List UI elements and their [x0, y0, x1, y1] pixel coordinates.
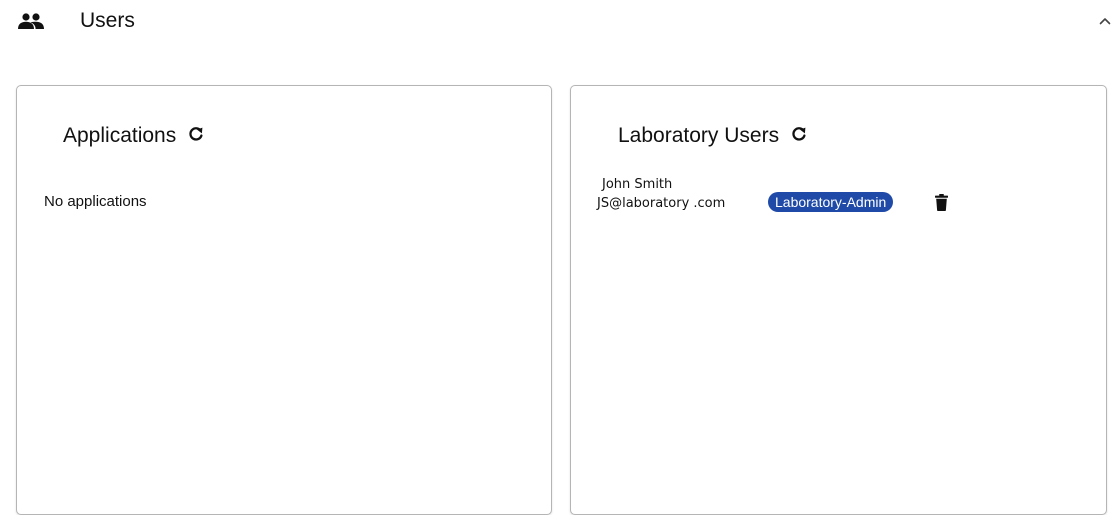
user-email: JS@laboratory .com — [597, 196, 726, 211]
no-applications-message: No applications — [44, 193, 147, 210]
user-list-item: John Smith JS@laboratory .com Laboratory… — [596, 176, 1076, 216]
trash-icon[interactable] — [935, 194, 948, 211]
applications-title: Applications — [63, 124, 177, 147]
refresh-icon[interactable] — [791, 126, 807, 142]
chevron-up-icon[interactable] — [1098, 14, 1112, 28]
applications-card-title-row: Applications — [63, 123, 204, 149]
laboratory-users-card: Laboratory Users John Smith JS@laborator… — [570, 85, 1107, 515]
users-section-header[interactable]: Users — [0, 0, 1118, 44]
section-title: Users — [80, 9, 135, 32]
laboratory-users-card-title-row: Laboratory Users — [618, 123, 807, 149]
user-name: John Smith — [602, 177, 673, 192]
refresh-icon[interactable] — [188, 126, 204, 142]
group-icon — [18, 13, 44, 29]
laboratory-users-title: Laboratory Users — [618, 124, 780, 147]
role-badge: Laboratory-Admin — [768, 192, 894, 212]
applications-card: Applications No applications — [16, 85, 552, 515]
